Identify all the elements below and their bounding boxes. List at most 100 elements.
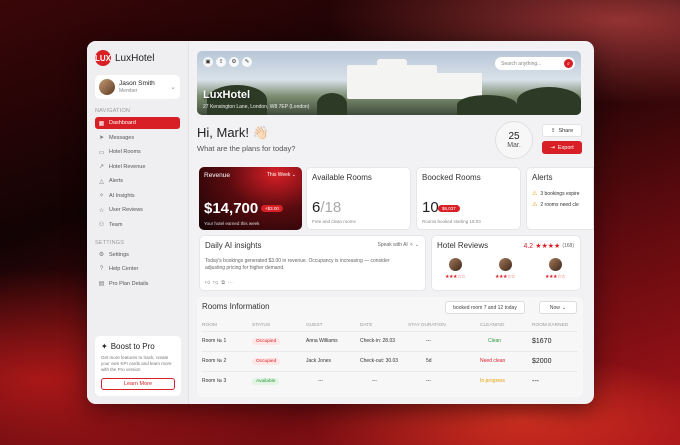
booked-rooms-card[interactable]: Boocked Rooms 10 $6,037 Rooms booked sta…: [416, 167, 521, 230]
logo-mark: LUX: [95, 50, 111, 66]
ai-insights-card: Daily AI insights Speak with AI ✧ ⌄ Toda…: [199, 235, 426, 291]
date-cell: Check-in: 28.03: [360, 330, 408, 351]
share-icon[interactable]: ⇪: [216, 57, 226, 67]
date-cell: ---: [360, 370, 408, 391]
sidebar-item-label: AI Insights: [109, 192, 135, 199]
alert-item[interactable]: ⚠ 2 rooms need cle: [532, 201, 593, 209]
available-subtitle: Free and clean rooms: [312, 219, 356, 224]
column-header: CLEANING: [480, 323, 505, 329]
user-switcher[interactable]: Jason Smith Member ⌄: [95, 75, 180, 99]
sidebar-item-ai-insights[interactable]: ✧ AI Insights: [95, 190, 180, 202]
alert-item[interactable]: ⚠ 3 bookings expire: [532, 190, 593, 198]
sidebar-item-label: User Reviews: [109, 207, 143, 213]
rating-stars: ★★★★: [535, 243, 561, 250]
column-header: STATUS: [252, 323, 271, 329]
team-icon: ⚇: [98, 222, 105, 228]
sidebar-item-label: Hotel Rooms: [109, 149, 141, 155]
banner-actions: ▣ ⇪ ⚙ ✎: [203, 57, 252, 67]
app-name: LuxHotel: [115, 52, 155, 64]
sidebar-item-team[interactable]: ⚇ Team: [95, 219, 180, 231]
sidebar-item-settings[interactable]: ⚙ Settings: [95, 249, 180, 261]
thumbs-up-icon[interactable]: 👍︎: [205, 280, 210, 286]
sidebar-item-alerts[interactable]: △ Alerts: [95, 175, 180, 187]
sidebar-item-user-reviews[interactable]: ☆ User Reviews: [95, 204, 180, 216]
export-label: Export: [557, 144, 574, 151]
bed-icon: ▭: [98, 149, 105, 156]
sparkle-icon: ✧: [98, 193, 105, 199]
chevron-down-icon: ⌄: [170, 84, 176, 91]
sidebar: LUX LuxHotel Jason Smith Member ⌄ NAVIGA…: [87, 41, 189, 404]
sidebar-item-pro-plan[interactable]: ▤ Pro Plan Details: [95, 278, 180, 290]
photo-icon[interactable]: ▣: [203, 57, 213, 67]
ai-insight-text: Today's bookings generated $3.00 in reve…: [205, 258, 390, 271]
export-button[interactable]: ⇥ Export: [542, 141, 582, 154]
copy-icon[interactable]: ⧉: [221, 280, 225, 286]
table-row[interactable]: Room № 2 Occupied Jack Jones Check-out: …: [202, 350, 578, 371]
status-cell: Occupied: [252, 350, 306, 371]
rating-value: 4.2: [523, 242, 534, 250]
earned-cell: $1670: [532, 330, 578, 351]
sparkle-icon: ✧: [409, 242, 414, 248]
warning-icon: ⚠: [532, 202, 538, 208]
date-badge: 25 Mar.: [495, 121, 533, 159]
rooms-note-chip[interactable]: booked room 7 and 12 today: [445, 301, 525, 314]
sidebar-item-messages[interactable]: ➤ Messages: [95, 132, 180, 144]
column-header: GUEST: [306, 323, 323, 329]
sidebar-item-help-center[interactable]: ? Help Center: [95, 263, 180, 275]
hotel-banner: ▣ ⇪ ⚙ ✎ Search anything... ⌕ LuxHotel 27…: [197, 51, 581, 115]
review-stars: ★★★☆☆: [545, 274, 565, 280]
user-name: Jason Smith: [119, 80, 155, 88]
sidebar-item-label: Messages: [109, 134, 135, 141]
sidebar-item-hotel-rooms[interactable]: ▭ Hotel Rooms: [95, 146, 180, 158]
booked-badge: $6,037: [438, 205, 460, 212]
sidebar-item-label: Hotel Revenue: [109, 163, 146, 170]
table-row[interactable]: Room № 3 Available --- --- --- In progre…: [202, 370, 578, 391]
share-button[interactable]: ⇪ Share: [542, 124, 582, 137]
search-input[interactable]: Search anything... ⌕: [495, 57, 575, 70]
available-title: Available Rooms: [312, 173, 372, 182]
sidebar-item-dashboard[interactable]: ▦ Dashboard: [95, 117, 180, 129]
export-icon: ⇥: [550, 144, 555, 151]
card-icon: ▤: [98, 281, 105, 287]
available-rooms-card[interactable]: Available Rooms 6/18 Free and clean room…: [306, 167, 411, 230]
sidebar-item-label: Team: [109, 221, 123, 228]
alerts-card[interactable]: Alerts ⚠ 3 bookings expire ⚠ 2 rooms need …: [526, 167, 594, 230]
alert-text: 3 bookings expire: [540, 190, 580, 197]
rooms-filter-select[interactable]: Now ⌄: [539, 301, 577, 314]
share-label: Share: [558, 127, 574, 134]
settings-icon[interactable]: ⚙: [229, 57, 239, 67]
speak-with-ai-button[interactable]: Speak with AI ✧ ⌄: [378, 242, 419, 248]
revenue-period-select[interactable]: This Week ⌄: [267, 172, 296, 178]
gear-icon: ⚙: [98, 252, 105, 258]
thumbs-down-icon[interactable]: 👎︎: [213, 280, 218, 286]
filter-value: Now: [549, 304, 560, 311]
alerts-title: Alerts: [532, 173, 553, 182]
hotel-address: 27 Kensington Lane, London, W8 7EP (Lond…: [203, 104, 310, 110]
avatar: [99, 79, 115, 95]
earned-cell: $2000: [532, 350, 578, 371]
cleaning-cell: Need clean: [480, 350, 532, 371]
more-icon[interactable]: ⋯: [228, 280, 233, 286]
available-value: 6/18: [312, 199, 341, 216]
search-icon[interactable]: ⌕: [564, 59, 573, 68]
learn-more-button[interactable]: Learn More: [101, 377, 175, 390]
edit-icon[interactable]: ✎: [242, 57, 252, 67]
chevron-down-icon: ⌄: [291, 172, 296, 178]
chevron-down-icon: ⌄: [561, 304, 567, 311]
review-count: (168): [562, 243, 574, 249]
logo[interactable]: LUX LuxHotel: [95, 49, 180, 67]
sidebar-item-hotel-revenue[interactable]: ↗ Hotel Revenue: [95, 161, 180, 173]
available-total: /18: [320, 199, 342, 216]
status-cell: Available: [252, 370, 306, 391]
revenue-card[interactable]: Revenue This Week ⌄ $14,700 +$3.00 Your …: [199, 167, 302, 230]
booked-value: 10: [422, 199, 439, 216]
review-item[interactable]: ★★★☆☆: [490, 258, 520, 280]
avatar: [548, 258, 562, 271]
table-row[interactable]: Room № 1 Occupied Anna Williams Check-in…: [202, 330, 578, 351]
sidebar-item-label: Alerts: [109, 178, 124, 184]
room-cell: Room № 2: [202, 350, 252, 371]
review-item[interactable]: ★★★☆☆: [440, 258, 470, 280]
column-header: ROOM EARNED: [532, 323, 569, 329]
hotel-reviews-card: Hotel Reviews 4.2 ★★★★ (168) ★★★☆☆ ★★★☆☆ ★…: [431, 235, 581, 291]
review-item[interactable]: ★★★☆☆: [540, 258, 570, 280]
